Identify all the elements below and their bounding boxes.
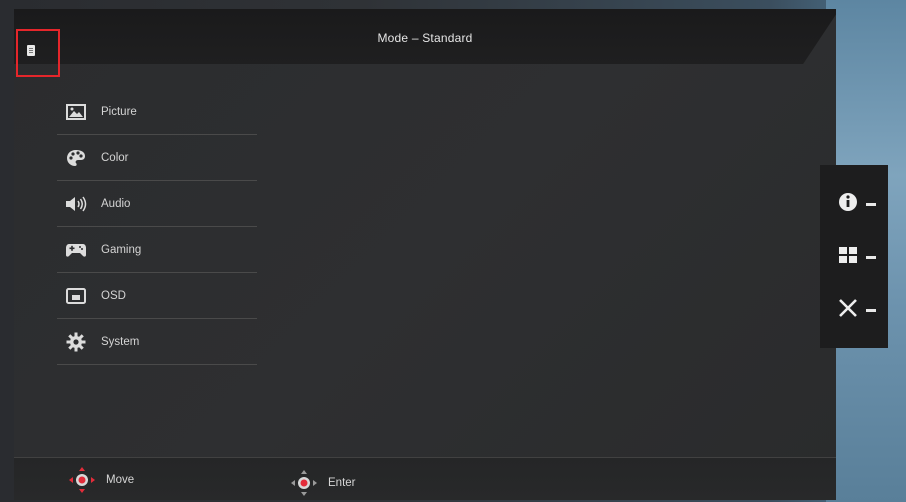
- info-key[interactable]: [838, 189, 884, 219]
- palette-icon: [65, 147, 87, 169]
- menu-item-picture[interactable]: Picture: [57, 89, 257, 135]
- menu-key[interactable]: [838, 242, 884, 272]
- dpad-enter-icon: [290, 469, 318, 497]
- osd-footer: Move Enter: [14, 457, 836, 500]
- menu-item-osd[interactable]: OSD: [57, 273, 257, 319]
- menu-item-label: Picture: [101, 105, 137, 118]
- dash-mark: [866, 202, 876, 206]
- osd-header: Mode – Standard: [14, 9, 836, 64]
- menu-item-label: Color: [101, 151, 129, 164]
- menu-item-gaming[interactable]: Gaming: [57, 227, 257, 273]
- osd-screen: Mode – Standard Picture Color Audio Gami…: [14, 9, 836, 500]
- grid-icon: [838, 245, 858, 270]
- dash-mark: [866, 308, 876, 312]
- move-hint: Move: [68, 466, 134, 494]
- speaker-icon: [65, 193, 87, 215]
- enter-label: Enter: [328, 477, 356, 489]
- menu-item-label: Gaming: [101, 243, 142, 256]
- menu-item-audio[interactable]: Audio: [57, 181, 257, 227]
- dash-mark: [866, 255, 876, 259]
- exit-key[interactable]: [838, 295, 884, 325]
- osd-menu: Picture Color Audio Gaming OSD System: [57, 89, 257, 365]
- highlight-box: [16, 29, 60, 77]
- menu-item-color[interactable]: Color: [57, 135, 257, 181]
- menu-item-label: OSD: [101, 289, 126, 302]
- picture-icon: [65, 101, 87, 123]
- menu-item-system[interactable]: System: [57, 319, 257, 365]
- gamepad-icon: [65, 239, 87, 261]
- move-label: Move: [106, 474, 135, 486]
- document-icon[interactable]: [27, 45, 35, 56]
- osd-icon: [65, 285, 87, 307]
- enter-hint: Enter: [290, 469, 356, 497]
- hotkey-panel: [820, 165, 888, 348]
- menu-item-label: Audio: [101, 197, 131, 210]
- close-icon: [838, 298, 858, 323]
- menu-item-label: System: [101, 335, 140, 348]
- dpad-move-icon: [68, 466, 96, 494]
- mode-title: Mode – Standard: [377, 31, 473, 45]
- gear-icon: [65, 331, 87, 353]
- info-icon: [838, 192, 858, 217]
